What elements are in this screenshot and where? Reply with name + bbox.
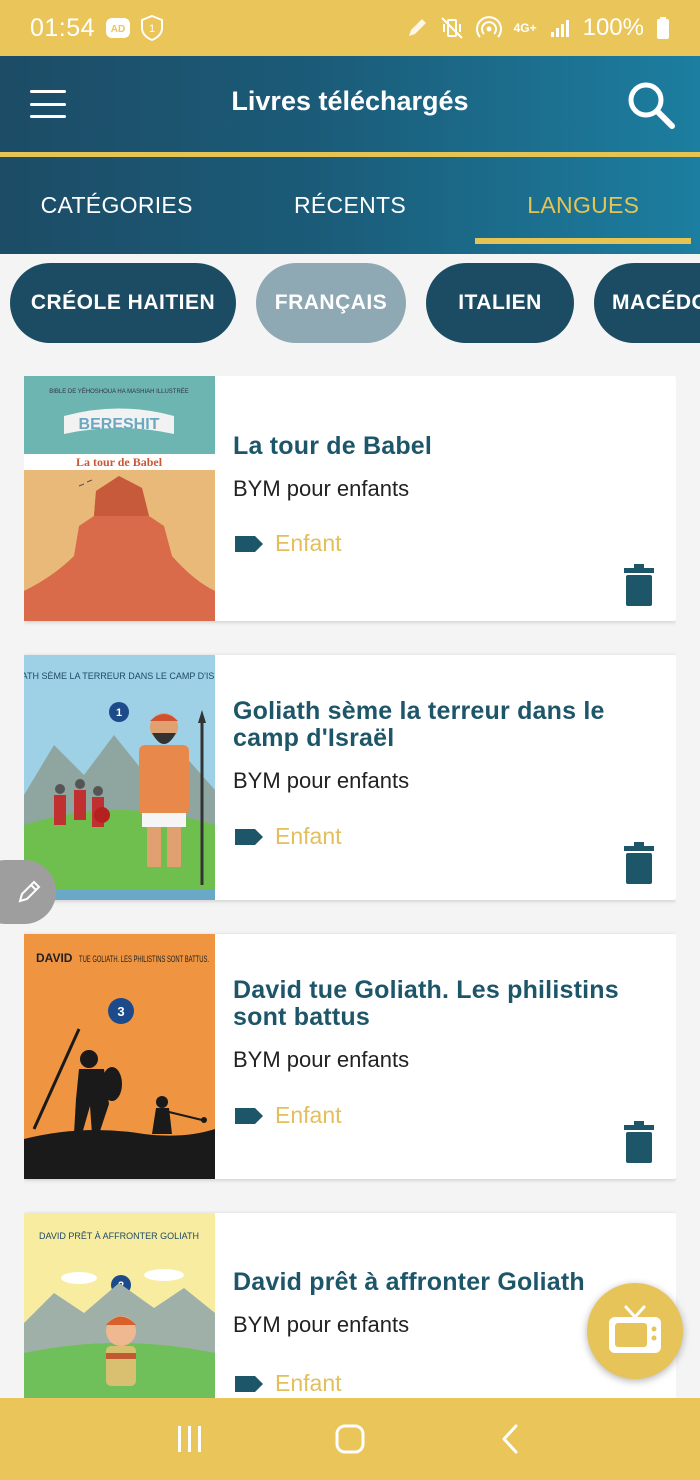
chip-creole-haitien[interactable]: CRÉOLE HAITIEN (10, 263, 236, 343)
delete-button[interactable] (624, 564, 654, 606)
book-tag: Enfant (233, 1102, 342, 1129)
trash-icon (624, 842, 654, 884)
delete-button[interactable] (624, 842, 654, 884)
tag-label: Enfant (275, 1102, 342, 1128)
battery-icon (656, 16, 670, 40)
book-card[interactable]: DAVID TUE GOLIATH. LES PHILISTINS SONT B… (24, 934, 676, 1179)
book-card[interactable]: DAVID PRÊT À AFFRONTER GOLIATH 2 David p… (24, 1213, 676, 1398)
search-button[interactable] (624, 78, 678, 132)
system-nav-bar (0, 1398, 700, 1480)
hotspot-icon (475, 16, 502, 40)
book-card[interactable]: GOLIATH SÈME LA TERREUR DANS LE CAMP D'I… (24, 655, 676, 900)
book-title: David prêt à affronter Goliath (233, 1268, 585, 1296)
chip-macedonien[interactable]: MACÉDO (594, 263, 700, 343)
tag-icon (235, 535, 263, 552)
chip-francais[interactable]: FRANÇAIS (256, 263, 406, 343)
app-header: Livres téléchargés CATÉGORIES RÉCENTS LA… (0, 56, 700, 254)
book-info: La tour de Babel BYM pour enfants Enfant (233, 376, 663, 621)
cover-top-text-bold: DAVID (36, 951, 73, 965)
book-tag: Enfant (233, 1370, 342, 1397)
shield-icon: 1 (141, 15, 164, 41)
tag-icon (235, 1375, 263, 1392)
tag-label: Enfant (275, 823, 342, 849)
tv-button[interactable] (587, 1283, 683, 1379)
search-icon (628, 82, 675, 129)
book-author: BYM pour enfants (233, 1047, 410, 1072)
tag-label: Enfant (275, 530, 342, 556)
svg-text:AD: AD (111, 24, 125, 35)
tag-icon (235, 828, 263, 845)
pen-status-icon (406, 17, 428, 39)
tab-categories[interactable]: CATÉGORIES (0, 157, 233, 254)
status-left: 01:54 AD 1 (30, 13, 164, 43)
home-button[interactable] (320, 1409, 380, 1469)
book-list: BIBLE DE YÉHOSHOUA HA MASHIAH ILLUSTRÉE … (24, 376, 676, 1398)
cover-top-text: TUE GOLIATH. LES PHILISTINS SONT BATTUS. (79, 954, 209, 964)
back-button[interactable] (480, 1409, 540, 1469)
tab-recents[interactable]: RÉCENTS (233, 157, 466, 254)
active-tab-indicator (475, 238, 691, 244)
tag-label: Enfant (275, 1370, 342, 1396)
vibrate-mute-icon (440, 16, 464, 40)
book-title: David tue Goliath. Les philistins sont b… (233, 976, 619, 1031)
cover-top-text: GOLIATH SÈME LA TERREUR DANS LE CAMP D'I… (24, 671, 215, 681)
book-card[interactable]: BIBLE DE YÉHOSHOUA HA MASHIAH ILLUSTRÉE … (24, 376, 676, 621)
cover-banner: BERESHIT (79, 416, 160, 433)
back-icon (502, 1424, 518, 1454)
tag-icon (235, 1107, 263, 1124)
book-title: La tour de Babel (233, 432, 433, 460)
book-tag: Enfant (233, 823, 342, 850)
cover-top-text: BIBLE DE YÉHOSHOUA HA MASHIAH ILLUSTRÉE (49, 388, 189, 395)
cover-number: 1 (116, 707, 122, 719)
language-chips: CRÉOLE HAITIEN FRANÇAIS ITALIEN MACÉDO (10, 263, 700, 343)
pencil-icon (18, 880, 41, 903)
trash-icon (624, 1121, 654, 1163)
signal-icon (549, 17, 571, 39)
cover-top-text: DAVID PRÊT À AFFRONTER GOLIATH (39, 1231, 199, 1241)
book-info: David tue Goliath. Les philistins sont b… (233, 934, 663, 1179)
tv-icon (609, 1305, 661, 1353)
ad-blocker-icon: AD (105, 17, 131, 39)
recent-apps-icon (178, 1426, 201, 1452)
cover-number: 3 (117, 1004, 124, 1019)
chip-italien[interactable]: ITALIEN (426, 263, 574, 343)
book-info: Goliath sème la terreur dans le camp d'I… (233, 655, 663, 900)
book-author: BYM pour enfants (233, 768, 410, 793)
cover-subtitle: La tour de Babel (76, 455, 163, 469)
book-cover: GOLIATH SÈME LA TERREUR DANS LE CAMP D'I… (24, 655, 215, 900)
app-bar: Livres téléchargés (0, 56, 700, 152)
svg-text:DAVID: DAVID (36, 951, 73, 965)
book-cover: DAVID TUE GOLIATH. LES PHILISTINS SONT B… (24, 934, 215, 1179)
network-type-icon: 4G+ (513, 21, 537, 35)
status-bar: 01:54 AD 1 4G+ 100% (0, 0, 700, 56)
recent-apps-button[interactable] (160, 1409, 220, 1469)
delete-button[interactable] (624, 1121, 654, 1163)
status-right: 4G+ 100% (406, 14, 670, 42)
page-title: Livres téléchargés (231, 86, 469, 116)
status-time: 01:54 (30, 13, 96, 42)
book-title: Goliath sème la terreur dans le camp d'I… (233, 697, 605, 752)
book-tag: Enfant (233, 530, 342, 557)
book-cover: DAVID PRÊT À AFFRONTER GOLIATH 2 (24, 1213, 215, 1398)
book-author: BYM pour enfants (233, 476, 410, 501)
trash-icon (624, 564, 654, 606)
battery-percent: 100% (582, 14, 644, 41)
svg-text:1: 1 (149, 23, 155, 35)
book-cover: BIBLE DE YÉHOSHOUA HA MASHIAH ILLUSTRÉE … (24, 376, 215, 621)
home-icon (335, 1424, 365, 1454)
